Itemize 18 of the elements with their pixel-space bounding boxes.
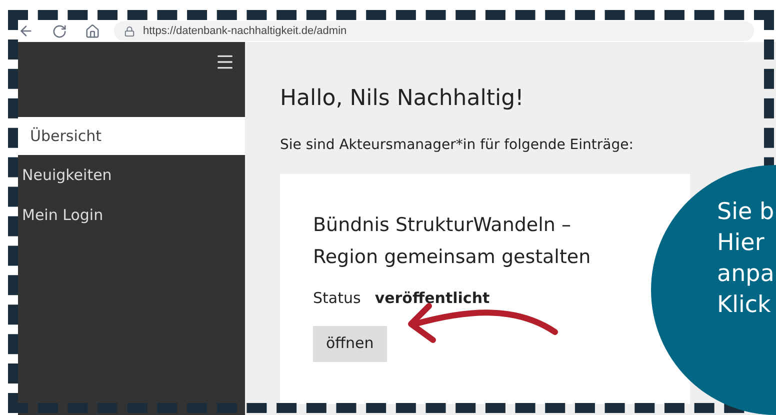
callout-text: Sie b — [717, 198, 776, 227]
page-heading: Hallo, Nils Nachhaltig! — [280, 85, 525, 113]
sidebar-item[interactable]: Mein Login — [18, 195, 245, 235]
callout-text: anpa — [717, 260, 776, 289]
intro-text: Sie sind Akteursmanager*in für folgende Einträge: — [280, 136, 634, 155]
callout-text: Hier — [717, 229, 766, 258]
back-icon[interactable] — [18, 23, 34, 39]
open-button[interactable]: öffnen — [313, 326, 387, 362]
callout-text: Klick — [717, 291, 772, 320]
sidebar-item[interactable]: Neuigkeiten — [18, 155, 245, 195]
status-value: veröffentlicht — [374, 288, 490, 309]
address-bar[interactable]: https://datenbank-nachhaltigkeit.de/admin — [114, 21, 754, 41]
url-text: https://datenbank-nachhaltigkeit.de/admin — [143, 24, 347, 39]
reload-icon[interactable] — [52, 24, 67, 38]
sidebar-item[interactable]: Übersicht — [18, 117, 245, 155]
entry-title: Bündnis StrukturWandeln – Region gemeinsam gestalten — [313, 213, 592, 270]
home-icon[interactable] — [85, 24, 100, 38]
status-label: Status — [313, 288, 361, 309]
